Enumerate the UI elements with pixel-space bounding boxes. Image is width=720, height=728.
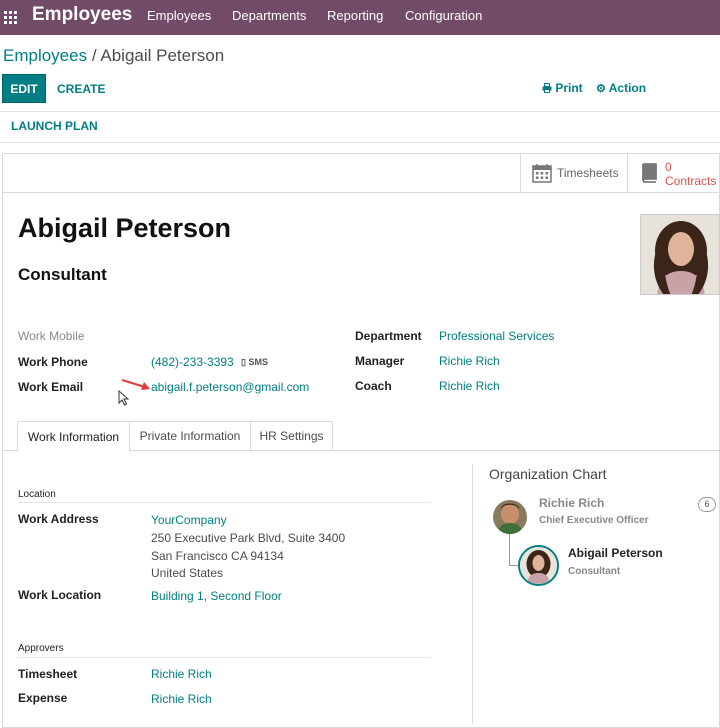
coach-link[interactable]: Richie Rich [439, 379, 500, 393]
address-line-1: 250 Executive Park Blvd, Suite 3400 [151, 531, 346, 545]
work-location-value[interactable]: Building 1, Second Floor [151, 589, 282, 603]
subordinates-badge[interactable]: 6 [698, 497, 716, 512]
create-button[interactable]: CREATE [57, 82, 105, 96]
action-label: Action [608, 81, 647, 95]
sms-label: SMS [248, 357, 268, 367]
tab-hr-settings[interactable]: HR Settings [250, 421, 333, 451]
org-chart-title: Organization Chart [489, 466, 607, 482]
print-icon [542, 83, 552, 93]
top-navbar: Employees Employees Departments Reportin… [0, 0, 720, 35]
employee-chart-title: Consultant [568, 566, 621, 577]
menu-departments[interactable]: Departments [232, 8, 306, 23]
work-email-link[interactable]: abigail.f.peterson@gmail.com [151, 380, 309, 394]
work-location-label: Work Location [18, 588, 102, 602]
mobile-icon: ▯ [241, 357, 246, 367]
app-title[interactable]: Employees [32, 4, 132, 26]
expense-approver-link[interactable]: Richie Rich [151, 692, 212, 706]
divider [0, 111, 720, 112]
work-phone-link[interactable]: (482)-233-3393 [151, 355, 234, 369]
approvers-section-title: Approvers [18, 643, 64, 654]
work-mobile-label: Work Mobile [18, 329, 85, 343]
manager-avatar-image [493, 500, 527, 534]
edit-button[interactable]: EDIT [2, 74, 46, 103]
manager-name[interactable]: Richie Rich [539, 496, 604, 510]
work-address-label: Work Address [18, 512, 99, 526]
launch-plan-button[interactable]: LAUNCH PLAN [11, 119, 98, 133]
employee-avatar-image [520, 547, 557, 584]
timesheet-approver-link[interactable]: Richie Rich [151, 667, 212, 681]
employee-chart-name: Abigail Peterson [568, 546, 663, 560]
print-button[interactable]: Print [542, 81, 583, 95]
employee-avatar[interactable] [518, 545, 559, 586]
manager-avatar[interactable] [493, 500, 527, 534]
company-link[interactable]: YourCompany [151, 513, 227, 527]
section-divider [18, 657, 430, 658]
menu-employees[interactable]: Employees [147, 8, 211, 23]
timesheet-label: Timesheet [18, 667, 78, 681]
employee-name[interactable]: Abigail Peterson [18, 213, 231, 244]
work-email-label: Work Email [18, 380, 84, 394]
department-link[interactable]: Professional Services [439, 329, 554, 343]
gear-icon: ⚙ [596, 83, 606, 95]
section-divider [18, 502, 430, 503]
timesheets-label: Timesheets [557, 166, 619, 180]
department-label: Department [355, 329, 422, 343]
employee-photo[interactable] [640, 214, 720, 295]
button-box: Timesheets 0 Contracts [2, 153, 720, 193]
avatar-image [641, 215, 719, 294]
tab-private-information[interactable]: Private Information [129, 421, 251, 451]
column-divider [472, 464, 473, 724]
manager-label: Manager [355, 354, 405, 368]
calendar-icon [532, 164, 552, 183]
location-section-title: Location [18, 489, 56, 500]
breadcrumb-employees[interactable]: Employees [3, 46, 87, 65]
contracts-button[interactable]: 0 Contracts [627, 153, 720, 192]
contracts-count: 0 [665, 160, 672, 174]
manager-link[interactable]: Richie Rich [439, 354, 500, 368]
menu-reporting[interactable]: Reporting [327, 8, 383, 23]
menu-configuration[interactable]: Configuration [405, 8, 482, 23]
divider [0, 142, 720, 143]
sms-button[interactable]: ▯ SMS [241, 357, 268, 368]
work-phone-label: Work Phone [18, 355, 88, 369]
expense-label: Expense [18, 691, 68, 705]
contracts-label: Contracts [665, 174, 717, 188]
timesheets-button[interactable]: Timesheets [520, 153, 627, 192]
apps-grid-icon[interactable] [4, 11, 17, 24]
job-title[interactable]: Consultant [18, 265, 107, 285]
breadcrumb-separator: / [91, 46, 97, 65]
breadcrumb-current: Abigail Peterson [100, 46, 225, 65]
manager-title: Chief Executive Officer [539, 515, 649, 526]
book-icon [642, 163, 657, 183]
mouse-cursor-icon [118, 390, 130, 406]
address-line-2: San Francisco CA 94134 [151, 549, 284, 563]
print-label: Print [555, 81, 583, 95]
breadcrumb: Employees / Abigail Peterson [3, 46, 224, 66]
address-line-3: United States [151, 566, 224, 580]
tab-work-information[interactable]: Work Information [17, 421, 130, 452]
action-button[interactable]: ⚙ Action [596, 81, 646, 95]
org-connector [509, 534, 510, 566]
coach-label: Coach [355, 379, 392, 393]
